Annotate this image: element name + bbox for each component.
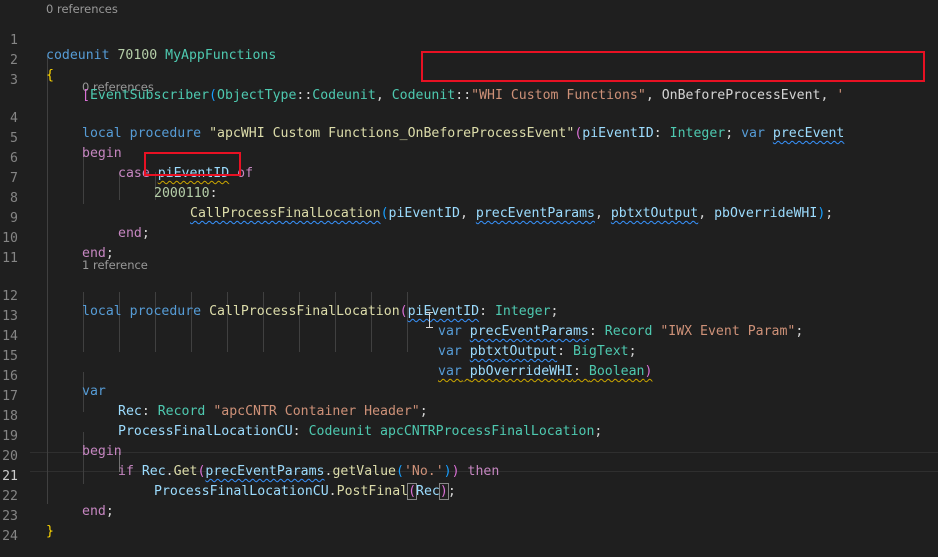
code-line[interactable]: 18 ProcessFinalLocationCU: Codeunit apcC… bbox=[0, 392, 938, 439]
code-line[interactable]: 22 end; bbox=[0, 472, 938, 519]
code-line[interactable]: 4 local procedure "apcWHI Custom Functio… bbox=[0, 94, 938, 141]
code-line[interactable]: 13 var precEventParams: Record "IWX Even… bbox=[0, 292, 938, 339]
code-line[interactable]: 1 codeunit 70100 MyAppFunctions bbox=[0, 16, 938, 63]
line-number: 3 bbox=[10, 73, 18, 88]
line-number: 11 bbox=[2, 251, 18, 266]
code-line[interactable]: 15 var pbOverrideWHI: Boolean) bbox=[0, 332, 938, 379]
annotation-box bbox=[421, 51, 925, 82]
code-line[interactable]: 8 CallProcessFinalLocation(piEventID, pr… bbox=[0, 174, 938, 221]
code-line[interactable]: 10 end; bbox=[0, 214, 938, 261]
code-line[interactable]: 19 begin bbox=[0, 412, 938, 459]
code-line[interactable]: 16 var bbox=[0, 352, 938, 399]
codelens-references[interactable]: 0 references bbox=[46, 2, 118, 16]
code-line-active[interactable]: 21 ProcessFinalLocationCU.PostFinal(Rec)… bbox=[0, 452, 938, 500]
code-editor[interactable]: 0 references 0 references 1 reference 1 … bbox=[0, 0, 938, 544]
text-cursor-icon bbox=[426, 312, 434, 328]
code-line[interactable]: 5 begin bbox=[0, 114, 938, 161]
code-line[interactable]: 9 end; bbox=[0, 194, 938, 241]
code-line[interactable]: 7 2000110: bbox=[0, 154, 938, 201]
code-line[interactable]: 12 local procedure CallProcessFinalLocat… bbox=[0, 272, 938, 319]
code-line[interactable]: 14 var pbtxtOutput: BigText; bbox=[0, 312, 938, 359]
code-line[interactable]: 23 } bbox=[0, 492, 938, 539]
code-line[interactable]: 11 bbox=[0, 234, 938, 266]
code-line[interactable]: 17 Rec: Record "apcCNTR Container Header… bbox=[0, 372, 938, 419]
code-line[interactable]: 24 bbox=[0, 512, 938, 544]
line-number: 24 bbox=[2, 529, 18, 544]
code-line[interactable]: 6 case piEventID of bbox=[0, 134, 938, 181]
annotation-box bbox=[144, 152, 241, 176]
code-line[interactable]: 20 if Rec.Get(precEventParams.getValue('… bbox=[0, 432, 938, 479]
